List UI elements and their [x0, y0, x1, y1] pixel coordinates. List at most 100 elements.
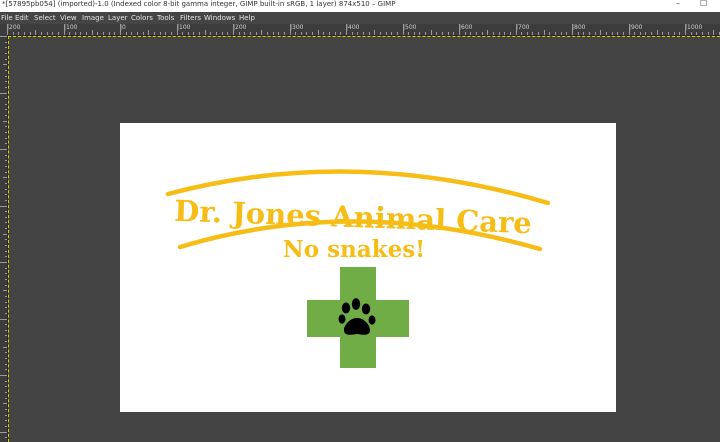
ruler-label: |500 [403, 24, 417, 31]
ruler-tick [481, 32, 483, 35]
ruler-tick [3, 177, 7, 179]
ruler-tick [5, 188, 7, 190]
ruler-tick [668, 32, 670, 35]
menu-file[interactable]: File [1, 12, 13, 24]
ruler-tick [69, 32, 71, 35]
ruler-tick [5, 256, 7, 258]
ruler-tick [0, 149, 7, 150]
ruler-tick [656, 30, 658, 35]
ruler-tick [628, 24, 630, 35]
menu-edit[interactable]: Edit [15, 12, 29, 24]
ruler-tick [97, 32, 99, 35]
ruler-tick [442, 32, 444, 35]
ruler-label: |100 [64, 24, 78, 31]
menu-colors[interactable]: Colors [131, 12, 153, 24]
ruler-tick [436, 32, 438, 35]
minimize-button[interactable]: – [676, 0, 680, 8]
ruler-tick [611, 32, 613, 35]
ruler-tick [57, 32, 59, 35]
ruler-tick [685, 24, 686, 35]
ruler-tick [0, 375, 7, 376]
ruler-tick [114, 32, 116, 35]
logo-subtitle: No snakes! [283, 236, 426, 263]
ruler-tick [634, 32, 636, 35]
ruler-tick [572, 24, 573, 35]
ruler-tick [103, 32, 105, 35]
vertical-ruler[interactable] [0, 24, 8, 442]
ruler-tick [5, 329, 7, 331]
ruler-tick [5, 228, 7, 230]
ruler-tick [5, 408, 7, 410]
layer-boundary-left [8, 36, 9, 442]
ruler-tick [0, 262, 7, 263]
ruler-tick [52, 32, 54, 35]
menu-help[interactable]: Help [239, 12, 255, 24]
ruler-tick [5, 47, 7, 49]
ruler-tick [5, 211, 7, 213]
ruler-tick [272, 32, 274, 35]
ruler-tick [216, 32, 218, 35]
ruler-tick [662, 32, 664, 35]
ruler-label: |800 [572, 24, 586, 31]
ruler-tick [227, 32, 229, 35]
ruler-tick [690, 32, 692, 35]
menu-tools[interactable]: Tools [157, 12, 174, 24]
ruler-tick [3, 403, 7, 405]
ruler-tick [5, 171, 7, 173]
ruler-tick [549, 32, 551, 35]
ruler-tick [391, 32, 393, 35]
ruler-tick [306, 32, 308, 35]
ruler-tick [560, 32, 562, 35]
ruler-tick [368, 32, 370, 35]
ruler-label: |700 [516, 24, 530, 31]
menu-filters[interactable]: Filters [180, 12, 201, 24]
menu-image[interactable]: Image [82, 12, 104, 24]
ruler-tick [0, 431, 7, 433]
ruler-tick [538, 32, 540, 35]
ruler-tick [645, 32, 647, 35]
ruler-tick [5, 335, 7, 337]
ruler-tick [35, 30, 37, 35]
window-title-bar: *[57895pb054] (imported)-1.0 (Indexed co… [0, 0, 720, 12]
ruler-tick [5, 86, 7, 88]
ruler-tick [5, 250, 7, 252]
menu-windows[interactable]: Windows [204, 12, 235, 24]
menu-view[interactable]: View [60, 12, 77, 24]
ruler-tick [233, 24, 234, 35]
ruler-tick [5, 126, 7, 128]
ruler-tick [5, 425, 7, 427]
layer-boundary-top [8, 36, 720, 37]
maximize-button[interactable]: ☐ [700, 0, 707, 8]
ruler-tick [408, 32, 410, 35]
ruler-tick [159, 32, 161, 35]
image-canvas[interactable]: Dr. Jones Animal Care No snakes! [120, 123, 616, 412]
menu-layer[interactable]: Layer [108, 12, 128, 24]
ruler-tick [5, 75, 7, 77]
green-cross [307, 267, 409, 368]
menu-select[interactable]: Select [34, 12, 56, 24]
ruler-tick [5, 109, 7, 111]
ruler-tick [459, 24, 460, 35]
ruler-label: |400 [346, 24, 360, 31]
ruler-tick [5, 143, 7, 145]
ruler-tick [594, 32, 596, 35]
ruler-tick [63, 24, 65, 35]
ruler-tick [170, 32, 172, 35]
ruler-tick [504, 32, 506, 35]
ruler-tick [583, 32, 585, 35]
ruler-label: |900 [629, 24, 643, 31]
horizontal-ruler[interactable]: |200 |100 |0 |100 |200 |300 |400 |500 |6… [7, 24, 720, 36]
ruler-tick [5, 52, 7, 54]
ruler-tick [351, 32, 353, 35]
ruler-tick [5, 278, 7, 280]
ruler-tick [5, 245, 7, 247]
ruler-tick [5, 307, 7, 309]
ruler-tick [5, 284, 7, 286]
ruler-tick [600, 30, 602, 35]
menu-bar: File Edit Select View Image Layer Colors… [0, 12, 720, 24]
ruler-tick [204, 30, 206, 35]
ruler-tick [5, 137, 7, 139]
ruler-tick [701, 32, 703, 35]
ruler-tick [317, 30, 319, 35]
ruler-tick [5, 301, 7, 303]
